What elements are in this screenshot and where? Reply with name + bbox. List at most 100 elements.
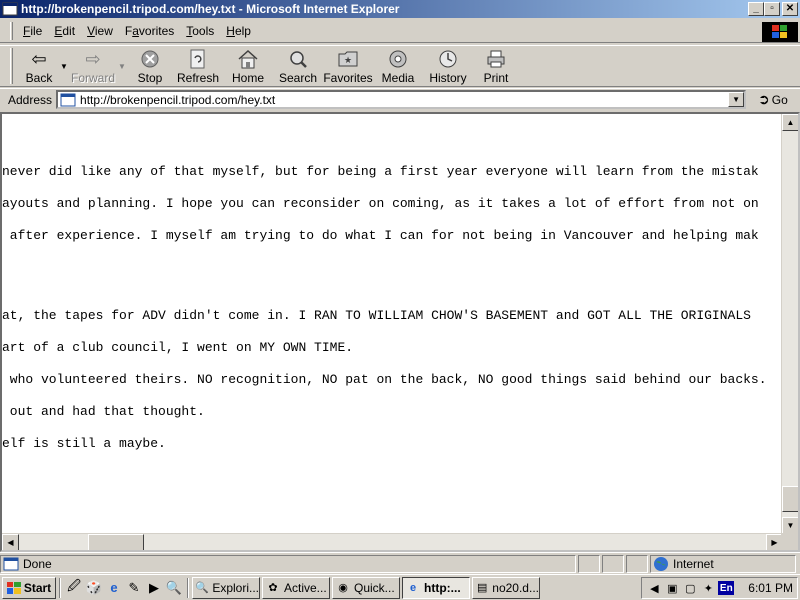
menu-view[interactable]: View <box>81 22 119 40</box>
document-icon: ▤ <box>476 582 488 594</box>
text-line: out and had that thought. <box>2 404 205 419</box>
address-bar: Address ▼ ➲ Go <box>0 88 800 110</box>
task-label: Active... <box>284 580 327 595</box>
task-button[interactable]: ◉ Quick... <box>332 576 400 599</box>
menu-file[interactable]: File <box>17 22 48 40</box>
home-button[interactable]: Home <box>223 46 273 86</box>
menu-help[interactable]: Help <box>220 22 257 40</box>
status-cell <box>578 554 600 573</box>
stop-button[interactable]: Stop <box>127 46 173 86</box>
status-text: Done <box>23 556 52 571</box>
svg-text:★: ★ <box>344 55 352 65</box>
refresh-icon <box>187 48 209 70</box>
back-button[interactable]: ⇦ Back <box>19 46 59 86</box>
scroll-down-icon[interactable]: ▼ <box>782 517 798 534</box>
address-field[interactable]: ▼ <box>56 90 747 109</box>
start-button[interactable]: Start <box>2 576 56 599</box>
vertical-scrollbar[interactable]: ▲ ▼ <box>781 114 798 534</box>
text-line: who volunteered theirs. NO recognition, … <box>2 372 767 387</box>
print-button[interactable]: Print <box>473 46 519 86</box>
menu-favorites[interactable]: Favorites <box>119 22 180 40</box>
minimize-button[interactable]: _ <box>748 2 764 16</box>
horizontal-scrollbar[interactable]: ◀ ▶ <box>2 533 783 550</box>
horizontal-scroll-thumb[interactable] <box>88 534 144 550</box>
history-icon <box>437 48 459 70</box>
media-player-icon[interactable]: ▶ <box>144 578 164 598</box>
menu-bar: File Edit View Favorites Tools Help <box>0 19 800 43</box>
page-done-icon <box>3 557 19 570</box>
windows-flag-icon <box>6 581 21 594</box>
status-cell <box>602 554 624 573</box>
volume-icon[interactable]: ◀ <box>646 580 662 596</box>
scroll-left-icon[interactable]: ◀ <box>2 534 19 550</box>
quicklaunch-app-icon[interactable]: 🎲 <box>84 578 104 598</box>
favorites-button[interactable]: ★ Favorites <box>323 46 373 86</box>
ie-icon <box>2 2 18 16</box>
address-dropdown-icon[interactable]: ▼ <box>728 92 745 107</box>
ie-quicklaunch-icon[interactable]: e <box>104 578 124 598</box>
refresh-button[interactable]: Refresh <box>173 46 223 86</box>
stop-label: Stop <box>137 71 163 85</box>
go-button[interactable]: ➲ Go <box>758 91 788 108</box>
maximize-button[interactable]: ▫ <box>764 2 780 16</box>
media-icon <box>387 48 409 70</box>
printer-icon <box>485 48 507 70</box>
monitor-icon[interactable]: ▢ <box>682 580 698 596</box>
scroll-up-icon[interactable]: ▲ <box>782 114 798 131</box>
task-button[interactable]: ✿ Active... <box>262 576 330 599</box>
go-arrow-icon: ➲ <box>758 91 770 107</box>
taskbar: Start 🖉 🎲 e ✎ ▶ 🔍 🔍 Explori... ✿ Active.… <box>0 574 800 600</box>
media-button[interactable]: Media <box>373 46 423 86</box>
window-title: http://brokenpencil.tripod.com/hey.txt -… <box>21 2 400 16</box>
search-quicklaunch-icon[interactable]: 🔍 <box>164 578 184 598</box>
title-bar[interactable]: http://brokenpencil.tripod.com/hey.txt -… <box>0 0 800 18</box>
status-cell <box>626 554 648 573</box>
system-tray: ◀ ▣ ▢ ✦ En 6:01 PM <box>641 577 798 599</box>
task-button[interactable]: ▤ no20.d... <box>472 576 540 599</box>
taskbar-separator <box>59 577 61 598</box>
text-line: never did like any of that myself, but f… <box>2 164 759 179</box>
document-frame: never did like any of that myself, but f… <box>0 112 800 552</box>
search-icon <box>287 48 309 70</box>
vertical-scroll-thumb[interactable] <box>782 486 798 512</box>
menu-grip[interactable] <box>10 21 13 40</box>
back-arrow-icon: ⇦ <box>31 49 47 69</box>
document-content: never did like any of that myself, but f… <box>2 114 783 534</box>
text-line: art of a club council, I went on MY OWN … <box>2 340 354 355</box>
browser-window: http://brokenpencil.tripod.com/hey.txt -… <box>0 0 800 574</box>
home-label: Home <box>231 71 264 85</box>
status-text-cell: Done <box>0 554 576 573</box>
activex-icon: ✿ <box>268 582 278 594</box>
tray-tool-icon[interactable]: ✦ <box>700 580 716 596</box>
toolbar-grip[interactable] <box>10 48 13 84</box>
back-dropdown-icon[interactable]: ▼ <box>59 46 69 71</box>
media-label: Media <box>381 71 415 85</box>
quicklaunch-tool-icon[interactable]: ✎ <box>124 578 144 598</box>
history-button[interactable]: History <box>423 46 473 86</box>
network-icon[interactable]: ▣ <box>664 580 680 596</box>
task-button-active[interactable]: e http:... <box>402 576 470 599</box>
globe-icon <box>654 556 668 571</box>
quicktime-icon: ◉ <box>338 582 348 594</box>
scrollbar-corner <box>781 533 798 550</box>
refresh-label: Refresh <box>176 71 220 85</box>
forward-dropdown-icon[interactable]: ▼ <box>117 46 127 71</box>
language-indicator[interactable]: En <box>718 581 735 595</box>
start-label: Start <box>23 580 52 595</box>
task-button[interactable]: 🔍 Explori... <box>192 576 260 599</box>
menu-tools[interactable]: Tools <box>180 22 220 40</box>
favorites-folder-icon: ★ <box>337 48 359 70</box>
print-label: Print <box>483 71 509 85</box>
close-button[interactable]: ✕ <box>782 2 798 16</box>
address-label: Address <box>8 92 53 107</box>
home-icon <box>237 48 259 70</box>
page-icon <box>60 93 76 106</box>
menu-edit[interactable]: Edit <box>48 22 81 40</box>
search-label: Search <box>278 71 318 85</box>
zone-text: Internet <box>673 556 714 571</box>
forward-button[interactable]: ⇨ Forward <box>69 46 117 86</box>
back-label: Back <box>25 71 53 85</box>
search-button[interactable]: Search <box>273 46 323 86</box>
url-input[interactable] <box>80 92 681 107</box>
show-desktop-icon[interactable]: 🖉 <box>64 578 84 598</box>
